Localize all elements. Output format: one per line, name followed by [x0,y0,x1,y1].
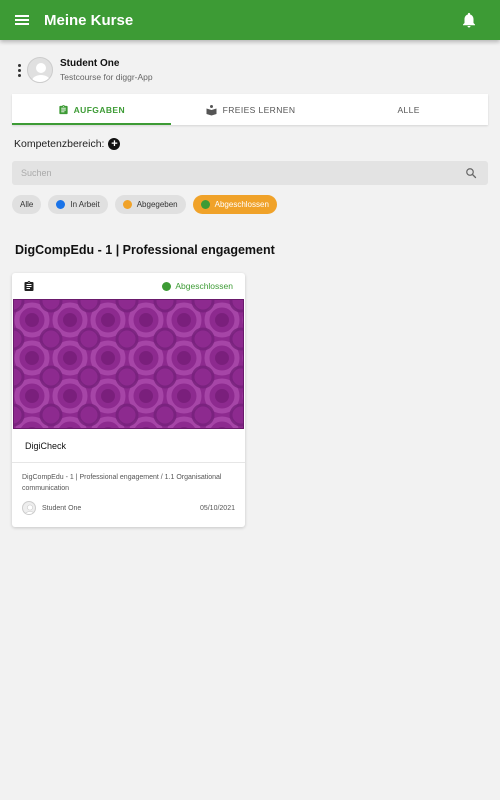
task-card[interactable]: Abgeschlossen DigiCheck DigCompEdu - 1 |… [12,273,245,527]
avatar [22,501,36,515]
chip-label: Alle [20,200,34,209]
status-dot-blue [56,200,66,209]
card-banner-image [13,299,244,429]
status-dot-green [162,281,172,291]
chip-label: In Arbeit [70,200,100,209]
search-input[interactable] [12,168,459,178]
user-name: Student One [60,58,120,69]
tab-freies-lernen[interactable]: FREIES LERNEN [171,94,330,125]
tab-label: AUFGABEN [73,104,126,115]
chip-label: Abgegeben [136,200,178,209]
status-badge: Abgeschlossen [162,281,233,291]
avatar [27,57,53,83]
add-competence-icon[interactable]: + [108,138,121,150]
card-title: DigiCheck [12,429,245,463]
user-header: Student One Testcourse for diggr-App [14,57,153,83]
status-label: Abgeschlossen [175,281,233,291]
tab-label: FREIES LERNEN [222,104,296,115]
chip-in-arbeit[interactable]: In Arbeit [48,195,108,214]
card-header: Abgeschlossen [12,273,245,299]
chip-abgegeben[interactable]: Abgegeben [114,195,186,214]
chip-alle[interactable]: Alle [12,195,42,214]
tab-label: ALLE [397,104,420,115]
bell-icon[interactable] [460,11,478,29]
card-breadcrumb: DigCompEdu - 1 | Professional engagement… [22,474,222,492]
competence-label: Kompetenzbereich: [14,138,105,150]
status-dot-orange [122,200,132,209]
more-options-icon[interactable] [14,63,24,77]
chip-abgeschlossen[interactable]: Abgeschlossen [192,195,277,214]
search-icon[interactable] [459,167,483,179]
status-filter-chips: Alle In Arbeit Abgegeben Abgeschlossen [12,195,277,214]
status-dot-green [200,200,210,209]
section-title: DigCompEdu - 1 | Professional engagement [15,243,275,257]
menu-icon [15,15,29,25]
course-name: Testcourse for diggr-App [60,72,153,82]
search-bar [12,161,488,185]
card-author: Student One [42,504,82,512]
clipboard-icon [24,280,34,291]
tab-aufgaben[interactable]: AUFGABEN [12,94,171,125]
clipboard-icon [59,104,68,114]
app-title: Meine Kurse [44,11,134,29]
chip-label: Abgeschlossen [214,200,269,209]
menu-button[interactable] [0,0,44,40]
app-bar: Meine Kurse [0,0,500,40]
tab-alle[interactable]: ALLE [329,94,488,125]
card-date: 05/10/2021 [199,504,235,512]
card-meta: Student One 05/10/2021 [22,501,235,515]
reader-icon [206,104,217,115]
competence-filter: Kompetenzbereich: + [14,138,121,150]
tab-bar: AUFGABEN FREIES LERNEN ALLE [12,94,488,125]
